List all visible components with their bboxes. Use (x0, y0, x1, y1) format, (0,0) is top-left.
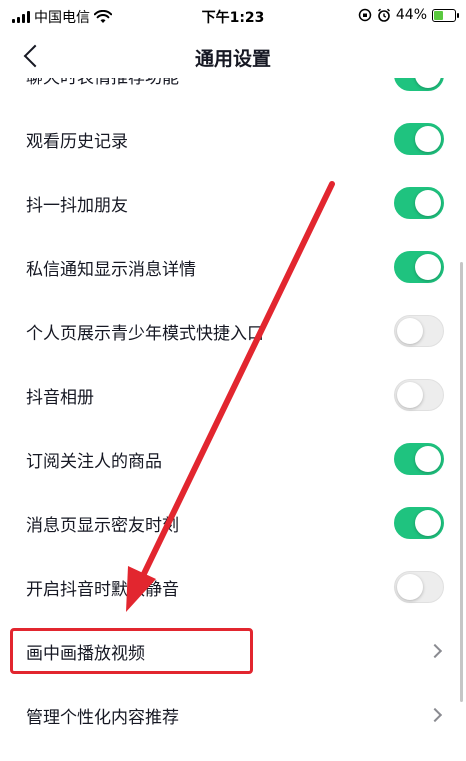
toggle-knob (415, 126, 441, 152)
toggle-switch[interactable] (394, 78, 444, 91)
settings-row-label: 私信通知显示消息详情 (26, 260, 196, 280)
settings-row[interactable]: 管理个性化内容推荐 (0, 684, 466, 748)
settings-list[interactable]: 聊天时表情推荐功能观看历史记录 抖一抖加朋友私信通知显示消息详情个人页展示青少年模… (0, 78, 466, 761)
settings-list-content: 聊天时表情推荐功能观看历史记录 抖一抖加朋友私信通知显示消息详情个人页展示青少年模… (0, 78, 466, 748)
settings-row-label: 聊天时表情推荐功能 (26, 78, 179, 88)
status-bar: 中国电信 下午1:23 44% (0, 0, 466, 32)
settings-row-label: 开启抖音时默认静音 (26, 580, 179, 600)
orientation-lock-icon (358, 8, 372, 22)
settings-row[interactable]: 消息页显示密友时刻 (0, 492, 466, 556)
toggle-switch[interactable] (394, 251, 444, 283)
settings-row-label: 消息页显示密友时刻 (26, 516, 179, 536)
battery-percent: 44% (395, 7, 427, 23)
toggle-knob (415, 190, 441, 216)
nav-bar: 通用设置 (0, 32, 466, 78)
settings-row[interactable]: 画中画播放视频 (0, 620, 466, 684)
chevron-right-icon (427, 707, 443, 723)
settings-row-label: 管理个性化内容推荐 (26, 708, 179, 728)
toggle-switch[interactable] (394, 123, 444, 155)
toggle-knob (415, 78, 441, 88)
toggle-switch[interactable] (394, 443, 444, 475)
settings-row[interactable]: 个人页展示青少年模式快捷入口 (0, 300, 466, 364)
toggle-knob (415, 446, 441, 472)
toggle-knob (397, 318, 423, 344)
settings-row[interactable]: 聊天时表情推荐功能 (0, 78, 466, 108)
battery-fill (434, 10, 443, 20)
settings-row-label: 观看历史记录 (26, 132, 128, 152)
toggle-knob (397, 574, 423, 600)
toggle-switch[interactable] (394, 571, 444, 603)
toggle-knob (415, 254, 441, 280)
status-right: 44% (358, 7, 459, 23)
settings-row[interactable]: 观看历史记录 (0, 108, 466, 172)
alarm-icon (377, 8, 390, 22)
settings-row[interactable]: 抖一抖加朋友 (0, 172, 466, 236)
settings-row-label: 抖一抖加朋友 (26, 196, 128, 216)
settings-row-label: 抖音相册 (26, 388, 94, 408)
battery-icon (432, 8, 459, 22)
settings-row[interactable]: 开启抖音时默认静音 (0, 556, 466, 620)
toggle-knob (415, 510, 441, 536)
chevron-right-icon (427, 643, 443, 659)
page-title: 通用设置 (194, 48, 271, 70)
toggle-switch[interactable] (394, 507, 444, 539)
toggle-switch[interactable] (394, 315, 444, 347)
settings-row-label: 订阅关注人的商品 (26, 452, 162, 472)
toggle-knob (397, 382, 423, 408)
settings-row[interactable]: 私信通知显示消息详情 (0, 236, 466, 300)
settings-row-label: 个人页展示青少年模式快捷入口 (26, 324, 264, 344)
toggle-switch[interactable] (394, 379, 444, 411)
scrollbar[interactable] (460, 262, 463, 702)
settings-row[interactable]: 订阅关注人的商品 (0, 428, 466, 492)
settings-row[interactable]: 抖音相册 (0, 364, 466, 428)
toggle-switch[interactable] (394, 187, 444, 219)
settings-row-label: 画中画播放视频 (26, 644, 145, 664)
